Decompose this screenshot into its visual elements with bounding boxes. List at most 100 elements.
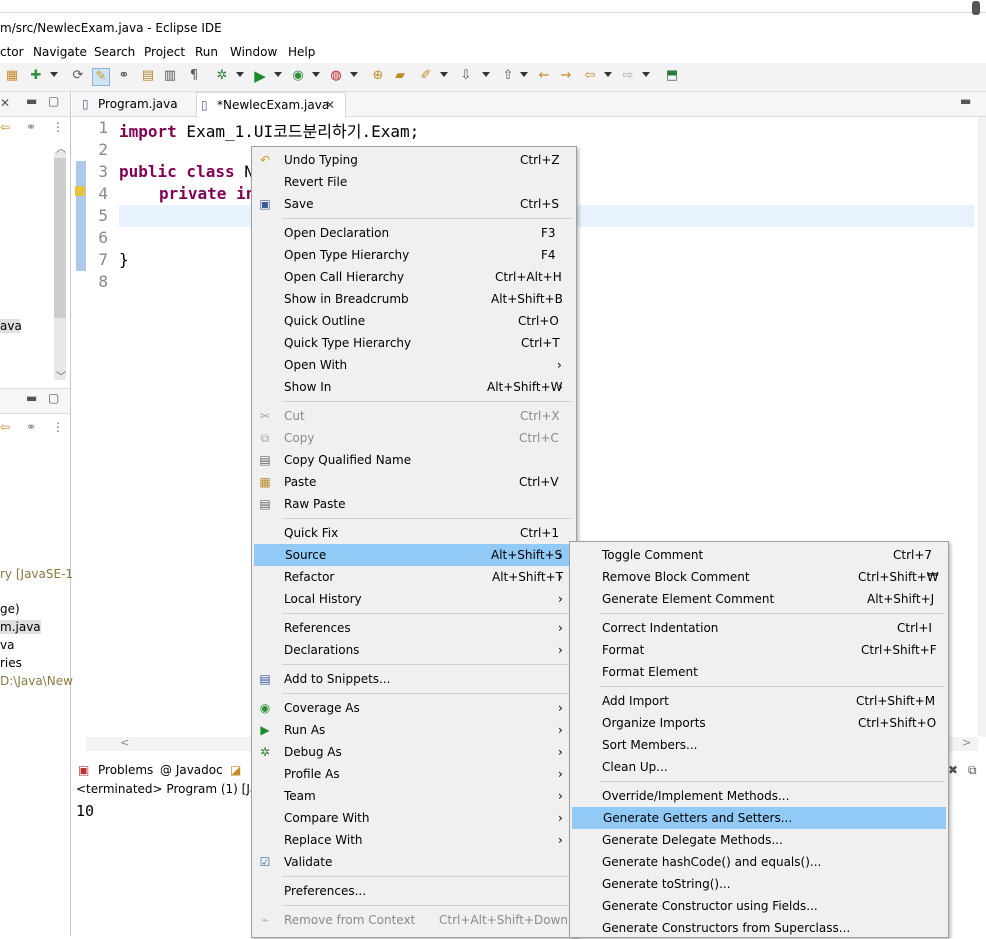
- minimize-icon[interactable]: ▬: [26, 94, 37, 108]
- collapse-all-icon[interactable]: ⇦: [0, 420, 10, 434]
- submenu-item-generate-element-comment[interactable]: Generate Element Comment Alt+Shift+J: [570, 588, 948, 610]
- menu-window[interactable]: Window: [230, 45, 277, 59]
- chevron-down-icon[interactable]: [350, 72, 358, 77]
- open-type-icon[interactable]: ▦: [4, 68, 20, 84]
- submenu-item-toggle-comment[interactable]: Toggle Comment Ctrl+7: [570, 544, 948, 566]
- menu-item-refactor[interactable]: Refactor Alt+Shift+T ›: [252, 566, 576, 588]
- console-options-icon[interactable]: ⧉: [968, 763, 977, 778]
- next-annotation-icon[interactable]: ⇩: [458, 68, 474, 84]
- view-menu-icon[interactable]: ⋮: [52, 120, 64, 134]
- open-task-icon[interactable]: ▤: [140, 68, 156, 84]
- new-wizard-icon[interactable]: ✚: [28, 68, 44, 84]
- tree-item-selected[interactable]: m.java: [0, 620, 41, 634]
- tree-item[interactable]: va: [0, 638, 14, 652]
- scrollbar-thumb[interactable]: [54, 158, 66, 318]
- chevron-down-icon[interactable]: ﹀: [56, 368, 66, 383]
- tab-problems[interactable]: Problems: [98, 763, 153, 777]
- menu-item-references[interactable]: References ›: [252, 617, 576, 639]
- submenu-item-generate-tostring[interactable]: Generate toString()...: [570, 873, 948, 895]
- menu-item-quick-outline[interactable]: Quick Outline Ctrl+O: [252, 310, 576, 332]
- view-menu-icon[interactable]: ⋮: [52, 420, 64, 434]
- chevron-down-icon[interactable]: [274, 72, 282, 77]
- run-icon[interactable]: ▶: [252, 68, 268, 84]
- open-folder-icon[interactable]: ▰: [392, 68, 408, 84]
- menu-item-remove-from-context[interactable]: ⌁ Remove from Context Ctrl+Alt+Shift+Down: [252, 909, 576, 931]
- menu-item-revert-file[interactable]: Revert File: [252, 171, 576, 193]
- coverage-icon[interactable]: ◉: [290, 68, 306, 84]
- submenu-item-format[interactable]: Format Ctrl+Shift+F: [570, 639, 948, 661]
- tree-item-selected[interactable]: ava: [0, 319, 22, 333]
- submenu-item-generate-getters-setters[interactable]: Generate Getters and Setters...: [572, 807, 946, 829]
- menu-item-undo-typing[interactable]: ↶ Undo Typing Ctrl+Z: [252, 149, 576, 171]
- menu-item-run-as[interactable]: ▶ Run As ›: [252, 719, 576, 741]
- back-icon[interactable]: ⇦: [582, 68, 598, 84]
- submenu-item-clean-up[interactable]: Clean Up...: [570, 756, 948, 778]
- declaration-icon[interactable]: ◪: [230, 763, 241, 777]
- menu-item-open-call-hierarchy[interactable]: Open Call Hierarchy Ctrl+Alt+H: [252, 266, 576, 288]
- show-whitespace-icon[interactable]: ⚭: [116, 68, 132, 84]
- chevron-up-icon[interactable]: ︿: [56, 140, 66, 155]
- submenu-item-organize-imports[interactable]: Organize Imports Ctrl+Shift+O: [570, 712, 948, 734]
- minimize-icon[interactable]: ▬: [26, 391, 37, 405]
- last-edit-icon[interactable]: ⇜: [536, 68, 552, 84]
- menu-item-quick-type-hierarchy[interactable]: Quick Type Hierarchy Ctrl+T: [252, 332, 576, 354]
- submenu-item-override-implement[interactable]: Override/Implement Methods...: [570, 785, 948, 807]
- submenu-item-format-element[interactable]: Format Element: [570, 661, 948, 683]
- submenu-item-generate-constructor-fields[interactable]: Generate Constructor using Fields...: [570, 895, 948, 917]
- block-select-icon[interactable]: ▥: [162, 68, 178, 84]
- menu-item-raw-paste[interactable]: ▤ Raw Paste: [252, 493, 576, 515]
- submenu-item-sort-members[interactable]: Sort Members...: [570, 734, 948, 756]
- maximize-icon[interactable]: ▢: [48, 391, 59, 405]
- chevron-down-icon[interactable]: [482, 72, 490, 77]
- tree-item[interactable]: ries: [0, 656, 22, 670]
- close-icon[interactable]: ✕: [0, 96, 10, 110]
- menu-item-declarations[interactable]: Declarations ›: [252, 639, 576, 661]
- menu-item-paste[interactable]: ▦ Paste Ctrl+V: [252, 471, 576, 493]
- menu-item-source[interactable]: Source Alt+Shift+S ›: [254, 544, 574, 566]
- menu-item-local-history[interactable]: Local History ›: [252, 588, 576, 610]
- menu-item-copy[interactable]: ⧉ Copy Ctrl+C: [252, 427, 576, 449]
- external-tools-icon[interactable]: ◍: [328, 68, 344, 84]
- menu-item-open-with[interactable]: Open With ›: [252, 354, 576, 376]
- chevron-down-icon[interactable]: [236, 72, 244, 77]
- submenu-item-remove-block-comment[interactable]: Remove Block Comment Ctrl+Shift+₩: [570, 566, 948, 588]
- submenu-item-generate-delegate[interactable]: Generate Delegate Methods...: [570, 829, 948, 851]
- menu-item-copy-qualified-name[interactable]: ▤ Copy Qualified Name: [252, 449, 576, 471]
- menu-item-show-in[interactable]: Show In Alt+Shift+W ›: [252, 376, 576, 398]
- chevron-down-icon[interactable]: [50, 72, 58, 77]
- menu-item-preferences[interactable]: Preferences...: [252, 880, 576, 902]
- menu-item-debug-as[interactable]: ✲ Debug As ›: [252, 741, 576, 763]
- menu-item-show-in-breadcrumb[interactable]: Show in Breadcrumb Alt+Shift+B: [252, 288, 576, 310]
- minimize-editor-icon[interactable]: ▬: [960, 94, 971, 108]
- menu-item-coverage-as[interactable]: ◉ Coverage As ›: [252, 697, 576, 719]
- editor-vertical-scrollbar[interactable]: [978, 117, 986, 737]
- link-editor-icon[interactable]: ⚭: [26, 120, 36, 134]
- next-edit-icon[interactable]: ⇝: [558, 68, 574, 84]
- submenu-item-correct-indentation[interactable]: Correct Indentation Ctrl+I: [570, 617, 948, 639]
- menu-refactor[interactable]: ctor: [0, 45, 24, 59]
- menu-item-add-to-snippets[interactable]: ▤ Add to Snippets...: [252, 668, 576, 690]
- menu-item-compare-with[interactable]: Compare With ›: [252, 807, 576, 829]
- chevron-right-icon[interactable]: >: [962, 736, 971, 749]
- menu-item-open-declaration[interactable]: Open Declaration F3: [252, 222, 576, 244]
- tree-item[interactable]: ge): [0, 602, 20, 616]
- pin-editor-icon[interactable]: ⬒: [664, 68, 680, 84]
- menu-item-open-type-hierarchy[interactable]: Open Type Hierarchy F4: [252, 244, 576, 266]
- remove-launch-icon[interactable]: ✖: [948, 763, 958, 777]
- maximize-icon[interactable]: ▢: [48, 94, 59, 108]
- search-tool-icon[interactable]: ✐: [418, 68, 434, 84]
- menu-search[interactable]: Search: [94, 45, 135, 59]
- chevron-down-icon[interactable]: [604, 72, 612, 77]
- menu-item-replace-with[interactable]: Replace With ›: [252, 829, 576, 851]
- highlight-pen-icon[interactable]: ✎: [92, 68, 110, 86]
- chevron-down-icon[interactable]: [642, 72, 650, 77]
- menu-help[interactable]: Help: [288, 45, 315, 59]
- explorer-scrollbar[interactable]: [54, 152, 66, 380]
- link-editor-icon[interactable]: ⚭: [26, 420, 36, 434]
- chevron-down-icon[interactable]: [520, 72, 528, 77]
- tab-program-java[interactable]: ▯ Program.java: [78, 92, 192, 116]
- pilcrow-icon[interactable]: ¶: [186, 68, 202, 84]
- window-control-icon[interactable]: [972, 1, 980, 15]
- submenu-item-add-import[interactable]: Add Import Ctrl+Shift+M: [570, 690, 948, 712]
- new-package-icon[interactable]: ⊕: [370, 68, 386, 84]
